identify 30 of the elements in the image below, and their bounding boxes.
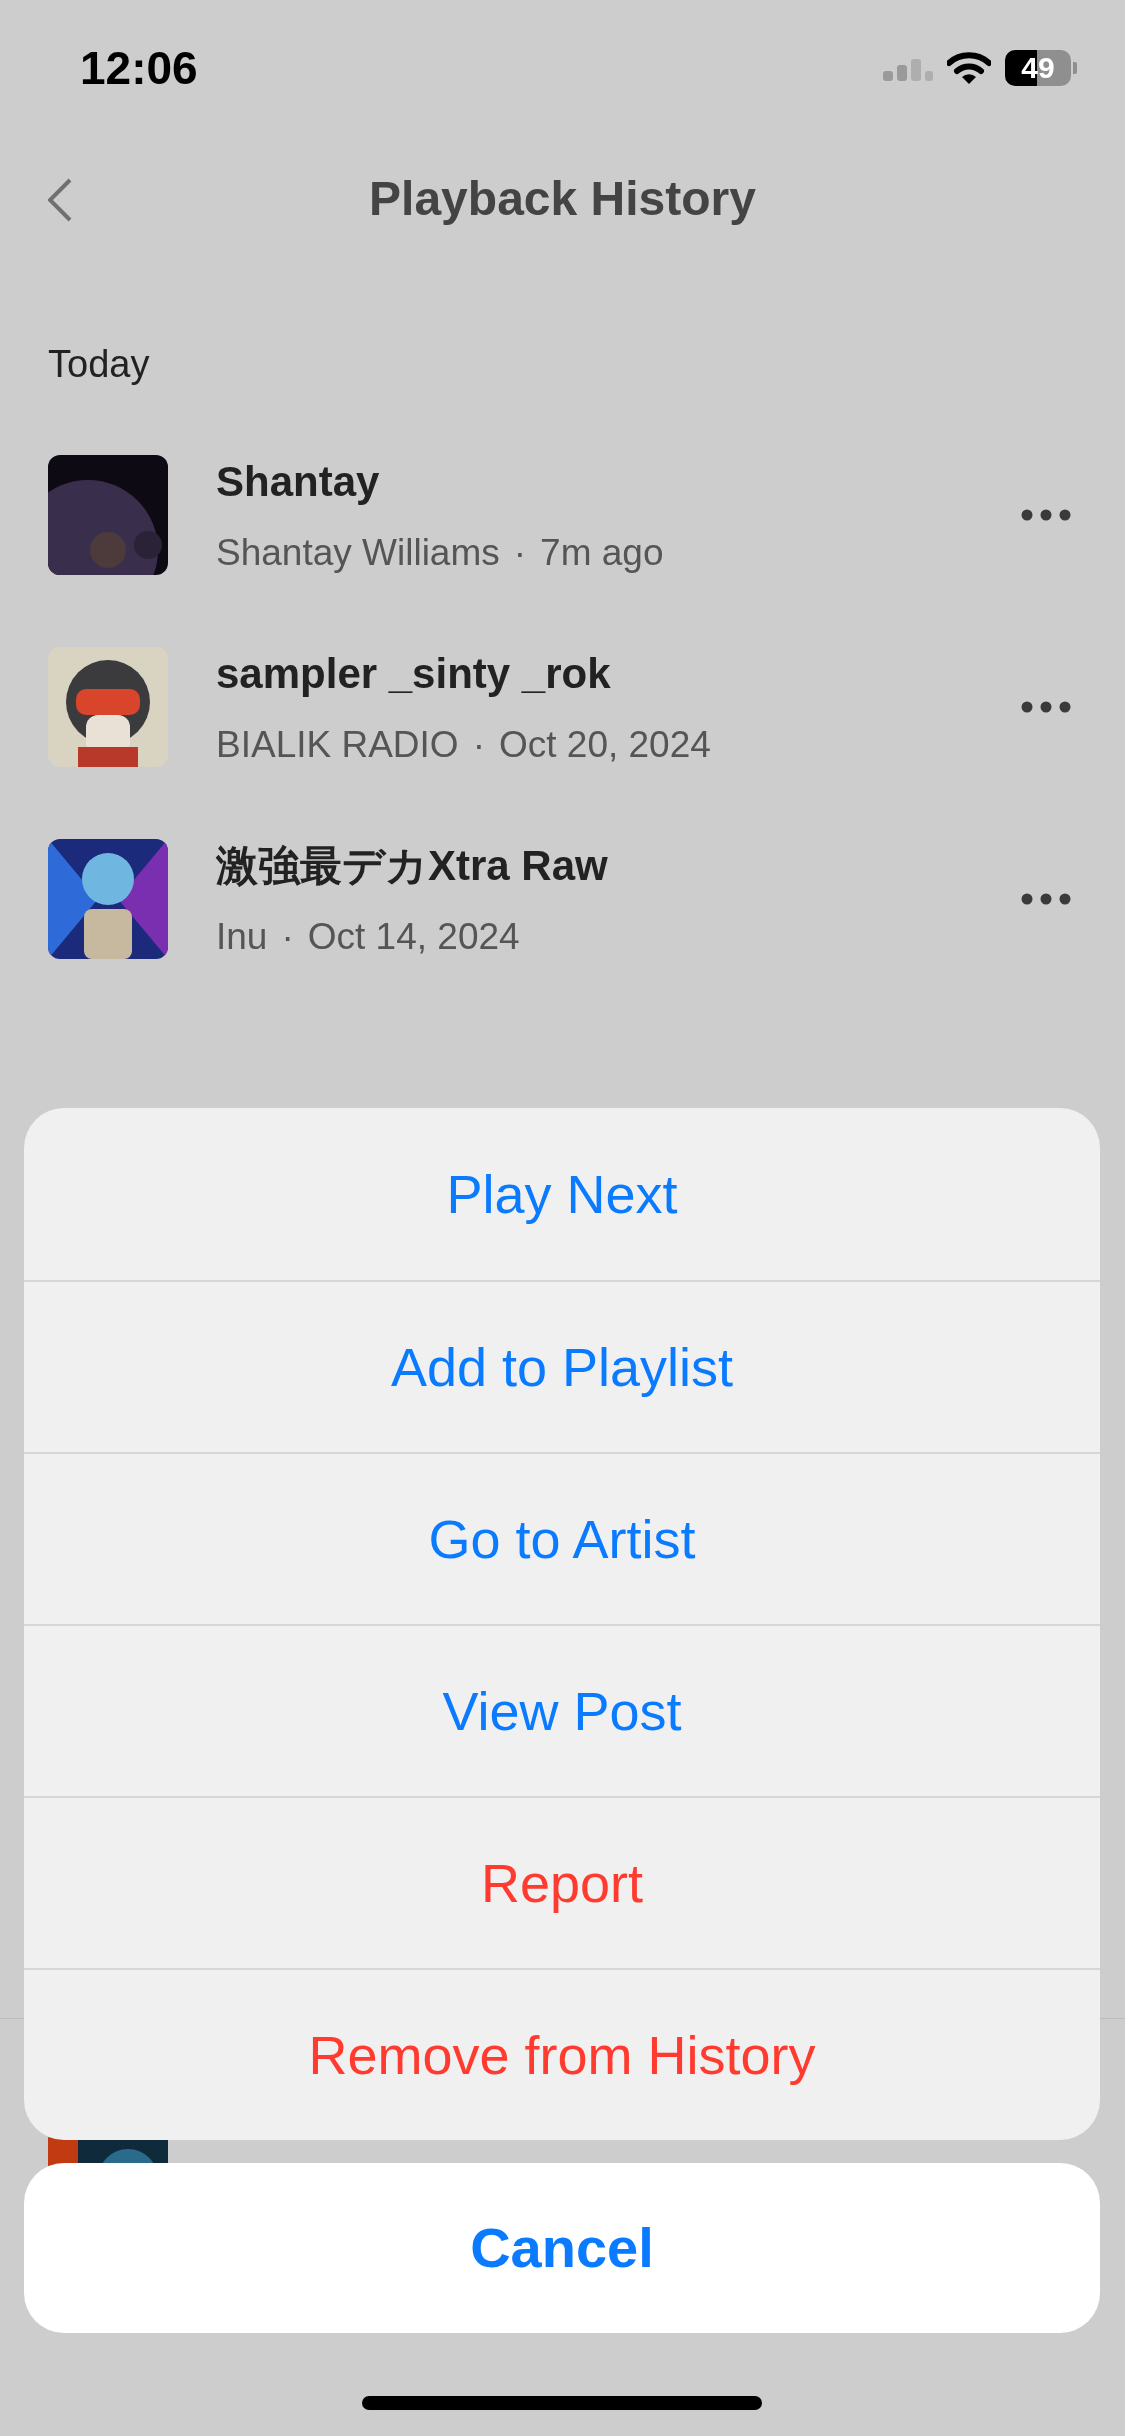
track-title: sampler _sinty _rok: [216, 648, 612, 699]
track-row[interactable]: 激強最デカXtra Raw Inu · Oct 14, 2024: [0, 803, 1125, 995]
action-button[interactable]: Go to Artist: [24, 1452, 1100, 1624]
track-title: 激強最デカXtra Raw: [216, 840, 609, 891]
played-time: 7m ago: [540, 530, 664, 575]
played-time: Oct 20, 2024: [498, 722, 711, 767]
track-artist: Shantay Williams: [216, 530, 500, 575]
back-icon: [48, 178, 72, 222]
played-time: Oct 14, 2024: [307, 914, 520, 959]
action-button[interactable]: Play Next: [24, 1108, 1100, 1280]
screen-title: Playback History: [369, 171, 756, 227]
separator-dot: ·: [513, 530, 527, 575]
more-icon[interactable]: [1021, 893, 1071, 905]
separator-dot: ·: [472, 722, 485, 767]
action-button[interactable]: Add to Playlist: [24, 1280, 1100, 1452]
more-icon[interactable]: [1021, 509, 1071, 521]
wifi-icon: [947, 51, 991, 85]
cancel-button[interactable]: Cancel: [24, 2163, 1100, 2333]
more-icon[interactable]: [1021, 701, 1071, 713]
action-button[interactable]: View Post: [24, 1624, 1100, 1796]
status-time: 12:06: [80, 40, 198, 96]
track-artist: BIALIK RADIO: [216, 722, 459, 767]
track-row[interactable]: Shantay Shantay Williams · 7m ago: [0, 419, 1125, 611]
section-header: Today: [48, 343, 150, 385]
action-button[interactable]: Report: [24, 1796, 1100, 1968]
track-artist: Inu: [216, 914, 268, 959]
action-button[interactable]: Remove from History: [24, 1968, 1100, 2140]
separator-dot: ·: [281, 914, 294, 959]
track-row[interactable]: sampler _sinty _rok BIALIK RADIO · Oct 20, 2024: [0, 611, 1125, 803]
track-title: Shantay: [216, 456, 381, 507]
